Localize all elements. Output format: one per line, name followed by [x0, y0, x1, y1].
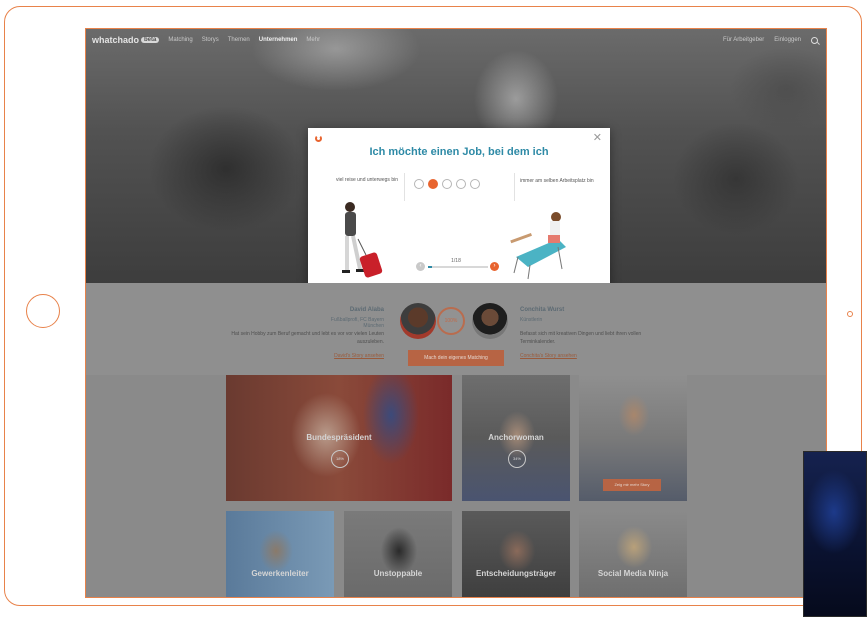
- previous-button[interactable]: ‹: [416, 262, 425, 271]
- match-percent-badge: 100%: [437, 307, 465, 335]
- site-logo[interactable]: whatchado beta: [92, 35, 160, 45]
- story-tile[interactable]: Anchorwoman 34%: [462, 375, 570, 501]
- tablet-screen: whatchado beta Matching Storys Themen Un…: [85, 28, 827, 598]
- story-grid: [86, 375, 826, 597]
- story-tile[interactable]: Unstoppable: [344, 511, 452, 597]
- tablet-camera: [847, 311, 853, 317]
- left-statement: viel reise und unterwegs bin: [336, 177, 398, 183]
- video-thumbnail[interactable]: [803, 451, 867, 617]
- avatar-right[interactable]: [472, 303, 508, 339]
- tile-label: Anchorwoman: [488, 433, 544, 442]
- progress-fill: [428, 266, 432, 268]
- story-tile[interactable]: Entscheidungsträger: [462, 511, 570, 597]
- divider: [514, 173, 515, 201]
- right-statement: immer am selben Arbeitsplatz bin: [520, 178, 594, 184]
- choice-1[interactable]: [414, 179, 424, 189]
- nav-item-themen[interactable]: Themen: [228, 37, 250, 43]
- tile-label: Social Media Ninja: [597, 569, 669, 578]
- tile-match-percent: 18%: [331, 450, 349, 468]
- rating-choices: [414, 179, 480, 189]
- story-more-button[interactable]: Zeig mir mehr Story: [603, 479, 661, 491]
- tile-label: Bundespräsident: [306, 433, 372, 442]
- story-tile[interactable]: Bundespräsident 18%: [226, 375, 452, 501]
- close-icon[interactable]: ✕: [593, 131, 602, 144]
- search-icon[interactable]: [811, 36, 818, 44]
- left-profile-description: Hat sein Hobby zum Beruf gemacht und leb…: [231, 331, 384, 345]
- nav-item-mehr[interactable]: Mehr: [306, 37, 320, 43]
- story-tile[interactable]: Gewerkenleiter: [226, 511, 334, 597]
- nav-item-storys[interactable]: Storys: [202, 37, 219, 43]
- matching-cta-button[interactable]: Mach dein eigenes Matching: [408, 350, 504, 366]
- right-profile-story-link[interactable]: Conchita's Story ansehen: [520, 353, 577, 359]
- matching-modal: ✕ Ich möchte einen Job, bei dem ich viel…: [308, 128, 610, 288]
- choice-5[interactable]: [470, 179, 480, 189]
- divider: [404, 173, 405, 201]
- tablet-home-button[interactable]: [26, 294, 60, 328]
- logo-badge: beta: [141, 37, 160, 43]
- next-button[interactable]: ›: [490, 262, 499, 271]
- progress-track: [428, 266, 488, 268]
- nav-item-unternehmen[interactable]: Unternehmen: [259, 37, 298, 43]
- nav-link-employers[interactable]: Für Arbeitgeber: [723, 37, 764, 43]
- avatar-left[interactable]: [400, 303, 436, 339]
- left-profile-story-link[interactable]: David's Story ansehen: [314, 353, 384, 359]
- story-tile[interactable]: Social Media Ninja: [579, 511, 687, 597]
- nav-item-matching[interactable]: Matching: [168, 37, 192, 43]
- choice-2[interactable]: [428, 179, 438, 189]
- modal-title: Ich möchte einen Job, bei dem ich: [369, 146, 549, 158]
- logo-text: whatchado: [92, 35, 140, 45]
- top-navigation: whatchado beta Matching Storys Themen Un…: [86, 29, 826, 51]
- choice-4[interactable]: [456, 179, 466, 189]
- left-profile-name: David Alaba: [349, 307, 384, 313]
- left-profile-role: Fußballprofi, FC Bayern München: [330, 317, 384, 329]
- nav-link-login[interactable]: Einloggen: [774, 37, 801, 43]
- relaxing-person-illustration: [510, 212, 566, 280]
- progress-label: 1/18: [451, 258, 461, 264]
- story-tile[interactable]: Zeig mir mehr Story: [579, 375, 687, 501]
- right-profile-role: Künstlerin: [520, 317, 543, 323]
- tile-label: Entscheidungsträger: [475, 569, 556, 578]
- tile-label: Unstoppable: [373, 569, 423, 578]
- traveler-illustration: [342, 202, 383, 278]
- whatchado-logo-icon: [315, 135, 322, 142]
- right-profile-description: Befasst sich mit kreativen Dingen und li…: [520, 331, 642, 345]
- choice-3[interactable]: [442, 179, 452, 189]
- tile-match-percent: 34%: [508, 450, 526, 468]
- right-profile-name: Conchita Wurst: [520, 307, 565, 313]
- tile-label: Gewerkenleiter: [251, 569, 309, 578]
